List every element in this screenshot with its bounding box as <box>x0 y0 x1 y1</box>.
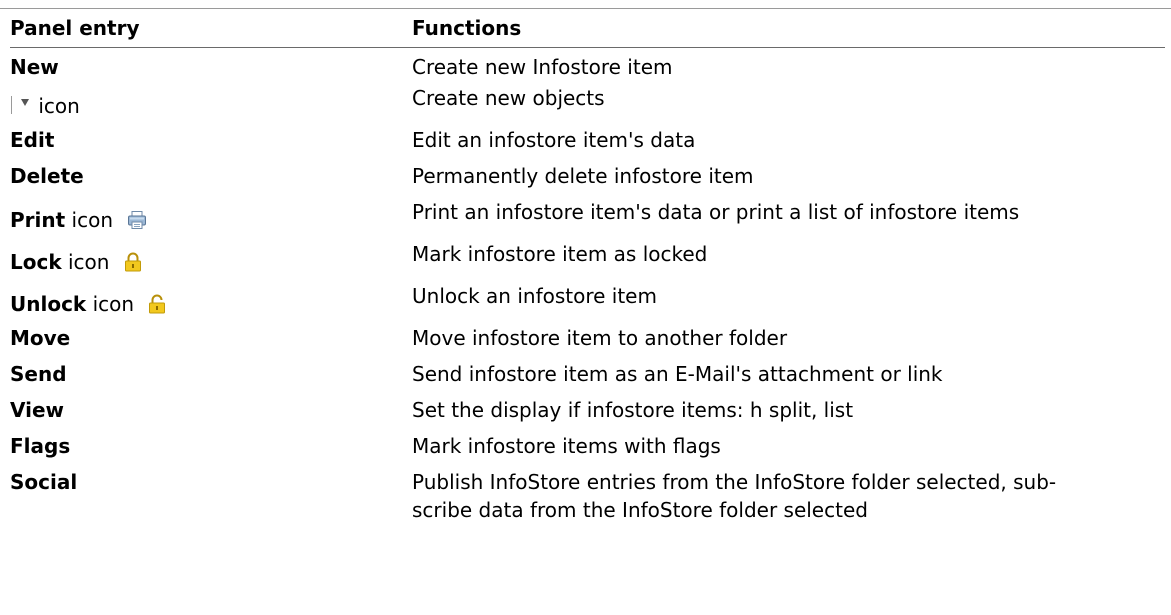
table-row-move: Move Move infostore item to another fold… <box>10 324 1165 360</box>
table-row-edit: Edit Edit an infostore item's data <box>10 126 1165 162</box>
panel-entries-table: Panel entry Functions New Create new Inf… <box>10 14 1165 528</box>
entry-delete: Delete <box>10 164 84 188</box>
function-print: Print an infostore item's data or print … <box>412 200 1020 224</box>
function-new: Create new Infostore item <box>412 55 673 79</box>
function-social-line1: Publish InfoStore entries from the InfoS… <box>412 470 1057 494</box>
function-lock: Mark infostore item as locked <box>412 242 708 266</box>
entry-dropdown-icon-word: icon <box>38 94 80 118</box>
entry-lock-icon-word: icon <box>68 250 110 274</box>
table-row-dropdown: icon Create new objects <box>10 84 1165 126</box>
function-flags: Mark infostore items with flags <box>412 434 721 458</box>
function-social-line2: scribe data from the InfoStore folder se… <box>412 498 868 522</box>
entry-print-icon-word: icon <box>71 208 114 232</box>
entry-edit: Edit <box>10 128 55 152</box>
header-functions: Functions <box>412 14 1165 48</box>
dropdown-arrow-icon <box>10 96 32 116</box>
printer-icon <box>128 211 147 229</box>
table-row-lock: Lock icon Mark infostore item as locked <box>10 240 1165 282</box>
entry-move: Move <box>10 326 71 350</box>
table-row-view: View Set the display if infostore items:… <box>10 396 1165 432</box>
function-delete: Permanently delete infostore item <box>412 164 754 188</box>
function-move: Move infostore item to another folder <box>412 326 788 350</box>
function-edit: Edit an infostore item's data <box>412 128 696 152</box>
function-unlock: Unlock an infostore item <box>412 284 657 308</box>
top-rule <box>0 8 1171 9</box>
function-dropdown: Create new objects <box>412 86 605 110</box>
entry-print: Print <box>10 208 66 232</box>
table-row-flags: Flags Mark infostore items with flags <box>10 432 1165 468</box>
entry-view: View <box>10 398 65 422</box>
entry-new: New <box>10 55 59 79</box>
entry-unlock: Unlock <box>10 292 87 316</box>
header-panel-entry: Panel entry <box>10 14 412 48</box>
entry-unlock-icon-word: icon <box>92 292 135 316</box>
table-row-delete: Delete Permanently delete infostore item <box>10 162 1165 198</box>
function-send: Send infostore item as an E-Mail's attac… <box>412 362 943 386</box>
table-header-row: Panel entry Functions <box>10 14 1165 48</box>
table-row-send: Send Send infostore item as an E-Mail's … <box>10 360 1165 396</box>
lock-icon <box>124 252 141 272</box>
entry-send: Send <box>10 362 67 386</box>
table-row-print: Print icon Print an infostore item's dat… <box>10 198 1165 240</box>
table-row-social: Social Publish InfoStore entries from th… <box>10 468 1165 528</box>
entry-flags: Flags <box>10 434 71 458</box>
table-row-new: New Create new Infostore item <box>10 48 1165 85</box>
unlock-icon <box>149 294 166 314</box>
function-view: Set the display if infostore items: h sp… <box>412 398 854 422</box>
entry-social: Social <box>10 470 78 494</box>
entry-lock: Lock <box>10 250 62 274</box>
table-row-unlock: Unlock icon Unlock an infostore item <box>10 282 1165 324</box>
